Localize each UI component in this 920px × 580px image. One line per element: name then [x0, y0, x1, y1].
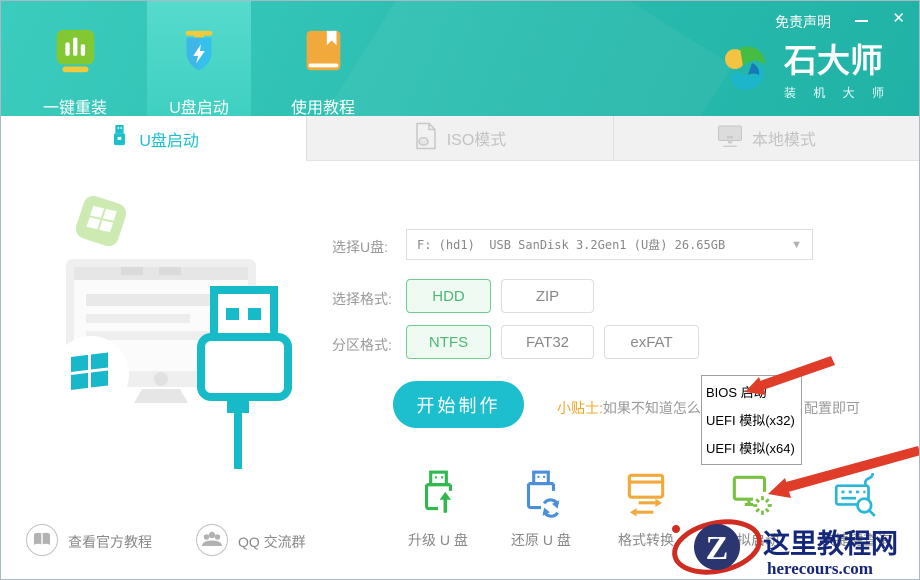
brand-logo-icon — [722, 43, 774, 102]
partition-option-exfat[interactable]: exFAT — [604, 325, 699, 359]
boot-mode-popup: BIOS 启动 UEFI 模拟(x32) UEFI 模拟(x64) — [701, 375, 802, 465]
mode-tab-usb-boot[interactable]: U盘启动 — [1, 116, 306, 161]
tool-label: 升级 U 盘 — [386, 530, 490, 550]
iso-file-icon: ISO — [414, 122, 438, 155]
start-create-button[interactable]: 开始制作 — [393, 381, 524, 428]
tool-label: 还原 U 盘 — [489, 530, 593, 550]
partition-label: 分区格式: — [332, 335, 392, 355]
minimize-button[interactable] — [855, 11, 870, 27]
tip-text-right: 配置即可 — [804, 398, 860, 418]
brand-subtitle: 装 机 大 师 — [784, 84, 891, 101]
mode-tab-local[interactable]: 本地模式 — [613, 116, 919, 161]
partition-option-ntfs[interactable]: NTFS — [406, 325, 491, 359]
tip-text-left: 小贴士:如果不知道怎么 — [557, 398, 701, 418]
simulate-boot-icon — [726, 506, 776, 523]
keyboard-search-icon — [831, 506, 881, 523]
disclaimer-link[interactable]: 免责声明 — [775, 12, 831, 32]
tool-format-convert[interactable]: 格式转换 — [594, 469, 698, 550]
qq-group-link[interactable]: QQ 交流群 — [195, 523, 306, 560]
tip-left-text: 如果不知道怎么 — [603, 400, 701, 416]
nav-tab-one-key-reinstall[interactable]: 一键重装 — [24, 1, 126, 116]
popup-item-uefi-x32[interactable]: UEFI 模拟(x32) — [702, 407, 801, 435]
chevron-down-icon: ▼ — [791, 239, 802, 251]
format-convert-icon — [621, 506, 671, 523]
tip-prefix: 小贴士: — [557, 400, 603, 416]
nav-tab-label: 使用教程 — [291, 94, 355, 118]
brand-logo: 石大师 装 机 大 师 — [722, 43, 891, 102]
nav-tab-usb-boot[interactable]: U盘启动 — [147, 1, 251, 116]
brand-title: 石大师 — [784, 43, 891, 79]
usb-stick-icon — [108, 124, 130, 153]
tool-label: 模拟启动 — [699, 530, 803, 550]
tool-shortcut-query[interactable]: 快捷键查询 — [804, 469, 908, 550]
tool-upgrade-usb[interactable]: 升级 U 盘 — [386, 469, 490, 550]
usb-select-value: F: (hd1) USB SanDisk 3.2Gen1 (U盘) 26.65G… — [417, 236, 791, 253]
format-option-hdd[interactable]: HDD — [406, 279, 491, 313]
partition-option-fat32[interactable]: FAT32 — [501, 325, 594, 359]
mode-tab-iso[interactable]: ISO ISO模式 — [306, 116, 612, 161]
tool-label: 格式转换 — [594, 530, 698, 550]
iso-icon-text: ISO — [419, 139, 427, 144]
qq-group-label: QQ 交流群 — [238, 532, 306, 552]
people-circle-icon — [195, 523, 229, 560]
nav-tab-label: 一键重装 — [43, 94, 107, 118]
official-tutorial-link[interactable]: 查看官方教程 — [25, 523, 152, 560]
usb-upgrade-icon — [413, 506, 463, 523]
official-tutorial-label: 查看官方教程 — [68, 532, 152, 552]
app-window: 一键重装 U盘启动 使用教程 — [0, 0, 920, 580]
tool-restore-usb[interactable]: 还原 U 盘 — [489, 469, 593, 550]
tool-simulate-boot[interactable]: 模拟启动 — [699, 469, 803, 550]
book-icon — [297, 26, 349, 83]
format-label: 选择格式: — [332, 289, 392, 309]
mode-tab-label: 本地模式 — [752, 126, 816, 150]
book-circle-icon — [25, 523, 59, 560]
format-option-zip[interactable]: ZIP — [501, 279, 594, 313]
popup-item-bios[interactable]: BIOS 启动 — [702, 379, 801, 407]
nav-tab-label: U盘启动 — [169, 94, 229, 118]
tool-label: 快捷键查询 — [804, 530, 908, 550]
bar-chart-icon — [49, 26, 101, 83]
close-button[interactable]: ✕ — [892, 9, 905, 27]
header: 一键重装 U盘启动 使用教程 — [1, 1, 919, 116]
mode-tab-bar: U盘启动 ISO ISO模式 本地 — [1, 116, 919, 161]
usb-select-label: 选择U盘: — [332, 237, 388, 257]
mode-tab-label: U盘启动 — [139, 127, 199, 151]
usb-restore-icon — [516, 506, 566, 523]
usb-illustration — [31, 191, 331, 496]
usb-select[interactable]: F: (hd1) USB SanDisk 3.2Gen1 (U盘) 26.65G… — [406, 229, 813, 260]
popup-item-uefi-x64[interactable]: UEFI 模拟(x64) — [702, 435, 801, 463]
shield-lightning-icon — [173, 26, 225, 83]
watermark-url: herecours.com — [767, 559, 873, 578]
nav-tab-tutorial[interactable]: 使用教程 — [272, 1, 374, 116]
mode-tab-label: ISO模式 — [447, 126, 507, 150]
monitor-icon — [717, 124, 743, 153]
